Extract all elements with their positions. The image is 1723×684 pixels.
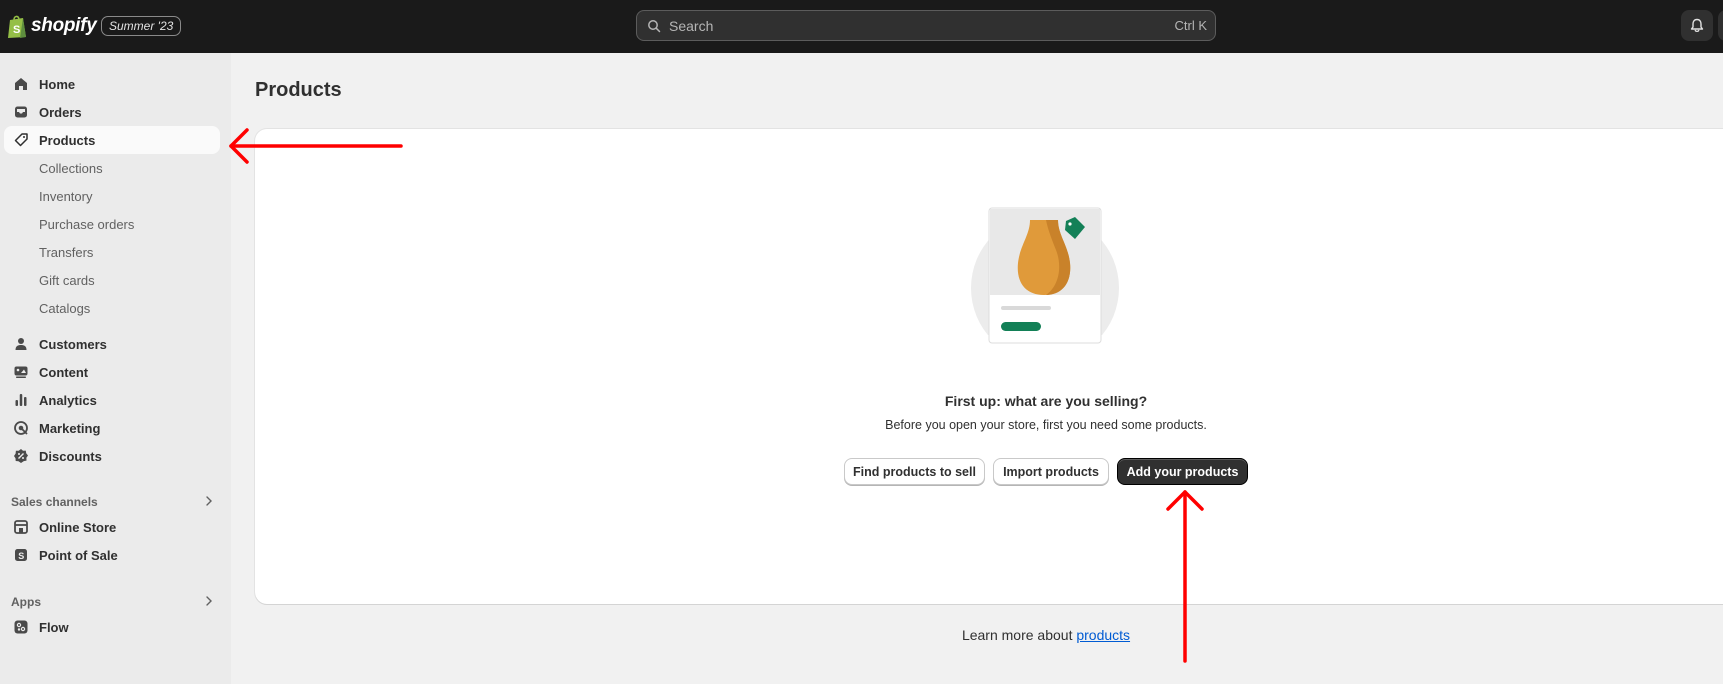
account-button[interactable] bbox=[1718, 10, 1723, 41]
sidebar-subitem-label: Transfers bbox=[39, 245, 94, 260]
sidebar-subitem-gift-cards[interactable]: Gift cards bbox=[4, 266, 220, 294]
sidebar-item-flow[interactable]: Flow bbox=[4, 613, 220, 641]
discount-icon bbox=[14, 449, 28, 463]
product-illustration bbox=[970, 207, 1120, 355]
sidebar-item-label: Content bbox=[39, 365, 89, 380]
pos-icon: S bbox=[15, 549, 27, 561]
notifications-button[interactable] bbox=[1681, 10, 1713, 41]
shopify-logo[interactable]: S shopify bbox=[7, 12, 97, 40]
shopify-bag-icon: S bbox=[8, 15, 26, 38]
sidebar-item-online-store[interactable]: Online Store bbox=[4, 513, 220, 541]
sidebar-item-label: Analytics bbox=[39, 393, 97, 408]
empty-state-heading: First up: what are you selling? bbox=[944, 393, 1148, 409]
flow-icon bbox=[14, 620, 28, 634]
search-shortcut: Ctrl K bbox=[1174, 18, 1208, 33]
sidebar-item-content[interactable]: Content bbox=[4, 358, 220, 386]
sidebar: Home Orders Products Collections Invento… bbox=[0, 53, 231, 684]
sidebar-item-label: Customers bbox=[39, 337, 107, 352]
target-icon bbox=[14, 421, 28, 435]
sidebar-subitem-label: Gift cards bbox=[39, 273, 95, 288]
sidebar-item-label: Home bbox=[39, 77, 76, 92]
search-bar[interactable]: Search Ctrl K bbox=[636, 10, 1216, 41]
empty-state-card bbox=[255, 129, 1723, 604]
sales-channels-header[interactable]: Sales channels bbox=[4, 490, 220, 514]
add-products-button[interactable]: Add your products bbox=[1117, 458, 1248, 485]
chevron-right-icon bbox=[206, 496, 212, 506]
sidebar-item-discounts[interactable]: Discounts bbox=[4, 442, 220, 470]
apps-header[interactable]: Apps bbox=[4, 590, 220, 614]
sidebar-item-products[interactable]: Products bbox=[4, 126, 220, 154]
sidebar-item-analytics[interactable]: Analytics bbox=[4, 386, 220, 414]
sidebar-item-marketing[interactable]: Marketing bbox=[4, 414, 220, 442]
sidebar-subitem-catalogs[interactable]: Catalogs bbox=[4, 294, 220, 322]
search-icon bbox=[648, 20, 661, 33]
svg-text:S: S bbox=[18, 551, 24, 561]
empty-state-description: Before you open your store, first you ne… bbox=[885, 418, 1207, 432]
sidebar-item-label: Products bbox=[39, 133, 96, 148]
bar-chart-icon bbox=[15, 394, 27, 406]
sidebar-subitem-label: Inventory bbox=[39, 189, 93, 204]
store-icon bbox=[14, 520, 28, 534]
search-placeholder: Search bbox=[669, 18, 714, 34]
sidebar-subitem-transfers[interactable]: Transfers bbox=[4, 238, 220, 266]
sidebar-item-label: Marketing bbox=[39, 421, 101, 436]
section-label: Sales channels bbox=[11, 495, 98, 509]
edition-badge: Summer '23 bbox=[101, 16, 182, 36]
sidebar-subitem-label: Collections bbox=[39, 161, 103, 176]
top-bar: S shopify Summer '23 Search Ctrl K bbox=[0, 0, 1723, 53]
sidebar-subitem-label: Catalogs bbox=[39, 301, 91, 316]
sidebar-subitem-collections[interactable]: Collections bbox=[4, 154, 220, 182]
shopify-admin: S shopify Summer '23 Search Ctrl K Home bbox=[0, 0, 1723, 684]
learn-more-text: Learn more about products bbox=[800, 627, 1292, 643]
sidebar-item-customers[interactable]: Customers bbox=[4, 330, 220, 358]
sidebar-item-label: Online Store bbox=[39, 520, 117, 535]
sidebar-item-home[interactable]: Home bbox=[4, 70, 220, 98]
tag-icon bbox=[14, 133, 28, 147]
svg-text:S: S bbox=[13, 24, 20, 36]
sidebar-item-point-of-sale[interactable]: S Point of Sale bbox=[4, 541, 220, 569]
sidebar-subitem-purchase-orders[interactable]: Purchase orders bbox=[4, 210, 220, 238]
sidebar-item-label: Orders bbox=[39, 105, 82, 120]
sidebar-subitem-inventory[interactable]: Inventory bbox=[4, 182, 220, 210]
content-icon bbox=[14, 366, 28, 378]
sidebar-item-label: Discounts bbox=[39, 449, 102, 464]
brand-name: shopify bbox=[31, 15, 97, 36]
import-products-button[interactable]: Import products bbox=[993, 458, 1109, 485]
home-icon bbox=[15, 78, 27, 90]
section-label: Apps bbox=[11, 595, 41, 609]
sidebar-item-orders[interactable]: Orders bbox=[4, 98, 220, 126]
products-help-link[interactable]: products bbox=[1076, 627, 1130, 643]
sidebar-subitem-label: Purchase orders bbox=[39, 217, 135, 232]
sidebar-item-label: Point of Sale bbox=[39, 548, 118, 563]
learn-more-prefix: Learn more about bbox=[961, 627, 1077, 643]
chevron-right-icon bbox=[206, 596, 212, 606]
sidebar-item-label: Flow bbox=[39, 620, 69, 635]
inbox-icon bbox=[15, 106, 27, 118]
find-products-button[interactable]: Find products to sell bbox=[844, 458, 985, 485]
person-icon bbox=[15, 338, 27, 350]
bell-icon bbox=[1690, 18, 1704, 33]
page-title: Products bbox=[255, 79, 342, 101]
